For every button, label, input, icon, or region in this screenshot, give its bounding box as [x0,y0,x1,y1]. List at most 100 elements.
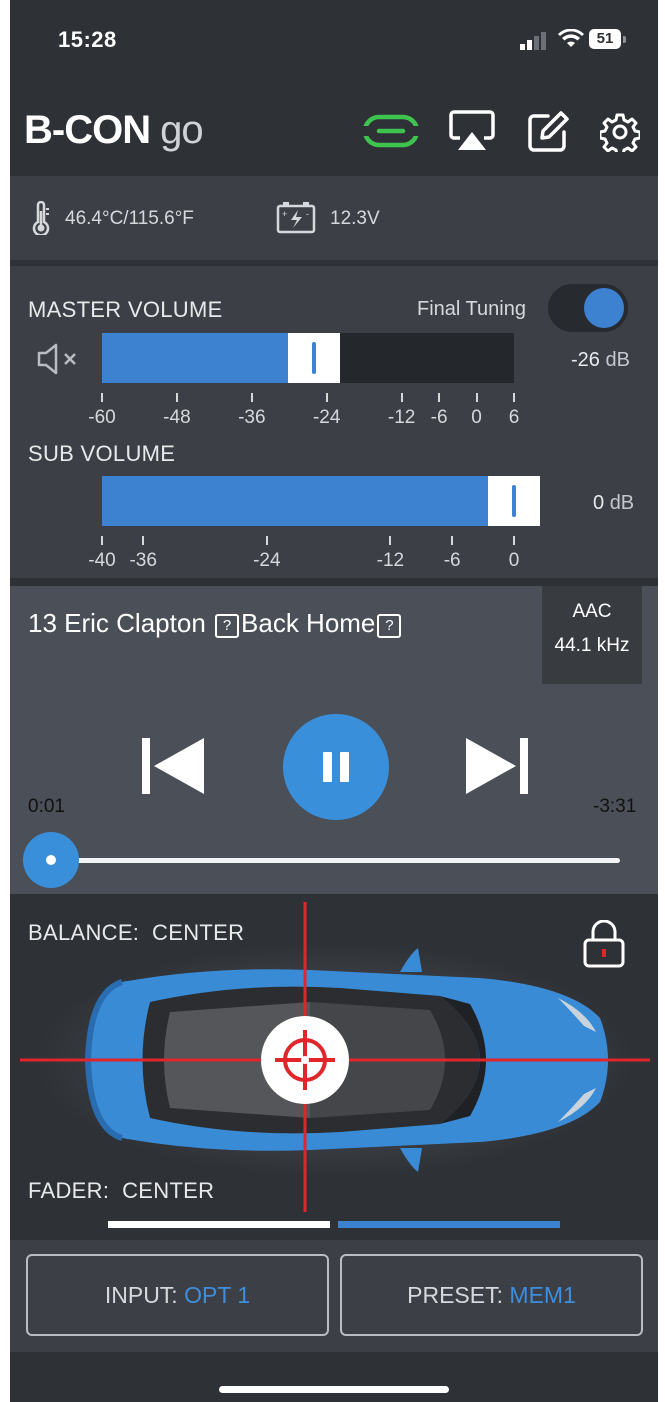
edit-icon[interactable] [526,110,570,159]
tick-label: 0 [508,550,520,571]
preset-label: PRESET: [407,1282,504,1308]
tick-label: -24 [253,550,281,571]
tick-label: -40 [88,550,116,571]
final-tuning-label: Final Tuning [417,298,526,320]
airplay-icon[interactable] [448,108,496,159]
codec-label: AAC [572,601,612,622]
sub-volume-fill [102,476,514,526]
tick-label: 6 [508,407,520,428]
tick-mark [513,536,515,545]
battery-icon: 51 [589,29,621,49]
tick-label: -12 [387,407,416,428]
balance-label: BALANCE: [28,920,140,945]
master-volume-slider[interactable] [102,333,514,383]
car-battery-icon: + - [276,200,316,239]
tick-label: -24 [312,407,341,428]
progress-thumb[interactable] [22,832,79,888]
tick-mark [451,536,454,545]
tick-mark [400,393,403,402]
sub-volume-label: SUB VOLUME [28,441,176,466]
mute-icon[interactable] [36,342,82,381]
track-number: 13 [28,608,57,638]
tick-mark [101,536,103,545]
sub-volume-unit: dB [609,492,635,514]
remaining-time: -3:31 [593,796,637,817]
tick-label: -12 [376,550,405,571]
sub-volume-thumb[interactable] [488,476,540,526]
toggle-knob [584,288,624,328]
tick-label: -36 [238,407,266,428]
volume-section: MASTER VOLUME Final Tuning -26 dB -60 -48… [10,266,658,578]
master-volume-unit: dB [605,349,630,371]
svg-text:-: - [306,209,309,219]
sub-volume-scale: -40 -36 -24 -12 -6 0 [88,536,519,576]
fader-label: FADER: [28,1178,110,1203]
app-header: B-CON go [10,90,658,176]
tick-mark [513,393,515,402]
svg-text:+: + [282,209,287,219]
page-indicator [10,1212,658,1236]
master-volume-value: -26 dB [571,349,630,372]
progress-bar[interactable] [48,858,620,863]
track-title: 13 Eric Clapton ? Back Home? [28,608,403,639]
tick-mark [325,393,328,402]
tick-label: -36 [129,550,157,571]
balance-target-icon[interactable] [295,1060,296,1061]
master-volume-number: -26 [571,349,600,371]
codec-info: AAC 44.1 kHz [542,586,642,684]
input-value: OPT 1 [184,1282,251,1308]
elapsed-time: 0:01 [28,796,65,817]
battery-tip [623,36,626,43]
fader-value: CENTER [122,1178,215,1203]
battery-level: 51 [596,30,614,47]
pause-button[interactable] [283,714,389,820]
progress-thumb-dot [45,855,56,865]
fader-readout: FADER: CENTER [28,1178,214,1204]
app-screen: 15:28 51 B-CON go 46.4°C/115.6°F + - 12.… [10,0,658,1402]
temperature-value: 46.4°C/115.6°F [65,208,194,229]
gear-icon[interactable] [598,112,642,157]
sub-volume-number: 0 [593,492,605,514]
sub-volume-value: 0 dB [593,492,634,515]
preset-button[interactable]: PRESET: MEM1 [340,1254,643,1336]
tick-mark [438,393,441,402]
balance-fader-section[interactable]: BALANCE: CENTER FADER: CENTER [10,902,658,1212]
tick-mark [389,536,392,545]
previous-track-button[interactable] [140,736,206,801]
tick-label: -6 [443,550,461,571]
input-label: INPUT: [104,1282,178,1308]
signal-icon [520,32,550,55]
balance-value: CENTER [152,920,245,945]
tick-label: 0 [471,407,482,428]
home-indicator[interactable] [219,1386,449,1393]
player-section: 13 Eric Clapton ? Back Home? AAC 44.1 kHz… [10,586,658,894]
next-track-button[interactable] [464,736,530,801]
tick-label: -6 [430,407,448,428]
bottom-bar: INPUT: OPT 1 PRESET: MEM1 [10,1240,658,1352]
sub-volume-slider[interactable] [102,476,540,526]
page-indicator-2[interactable] [338,1221,560,1228]
master-volume-scale: -60 -48 -36 -24 -12 -6 0 6 [88,393,519,433]
thermometer-icon [32,200,50,240]
master-volume-thumb[interactable] [288,333,341,383]
input-button[interactable]: INPUT: OPT 1 [26,1254,329,1336]
tick-label: -60 [88,407,116,428]
link-icon[interactable] [360,112,422,155]
tick-mark [142,536,145,545]
unknown-char-box: ? [215,614,240,638]
track-name: Back Home [241,608,376,638]
lock-icon[interactable] [582,919,626,973]
final-tuning-toggle[interactable] [548,284,628,332]
tick-mark [475,393,478,402]
sensor-bar: 46.4°C/115.6°F + - 12.3V [10,176,658,260]
tick-mark [250,393,253,402]
page-indicator-1[interactable] [108,1221,330,1228]
track-artist: Eric Clapton [64,608,206,638]
status-time: 15:28 [58,27,117,52]
app-title: B-CON go [24,108,204,153]
sample-rate: 44.1 kHz [554,635,630,656]
voltage-value: 12.3V [330,208,380,229]
tick-mark [101,393,103,402]
master-volume-label: MASTER VOLUME [28,297,223,322]
wifi-icon [558,28,584,54]
